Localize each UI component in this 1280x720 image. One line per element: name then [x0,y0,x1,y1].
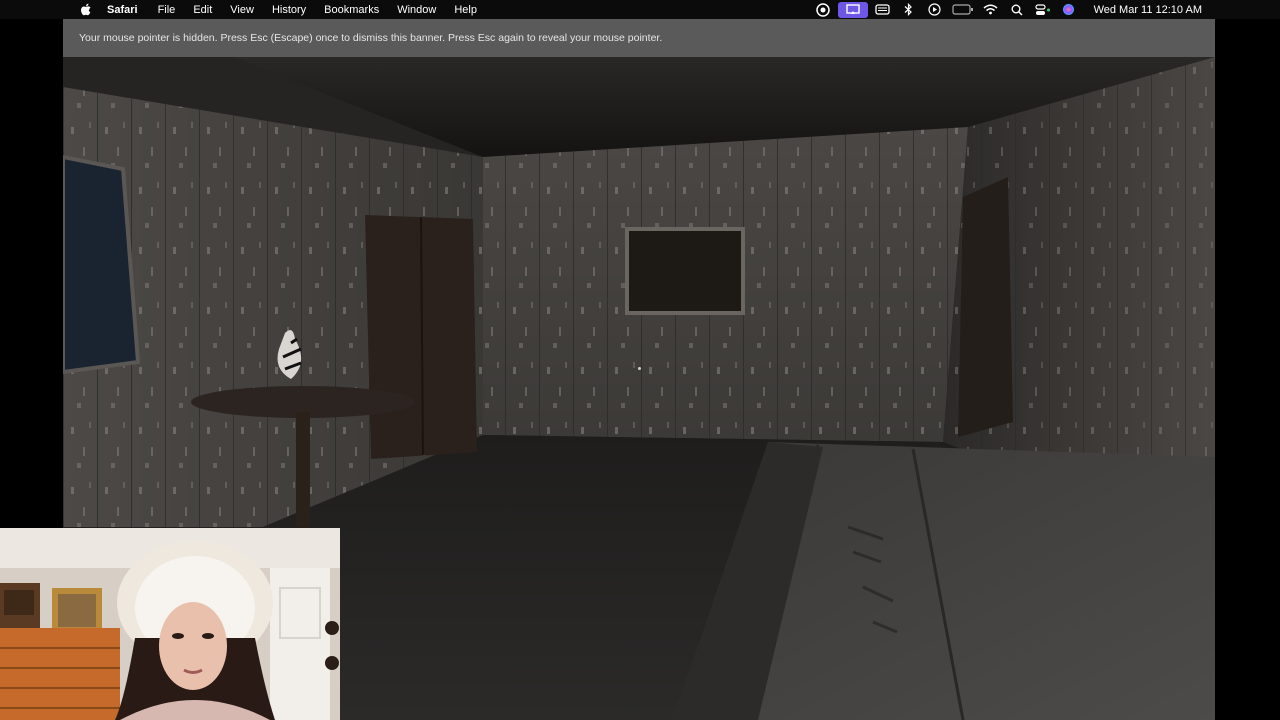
apple-icon[interactable] [79,3,93,17]
battery-icon[interactable] [950,0,976,19]
menu-bookmarks[interactable]: Bookmarks [324,4,379,16]
menu-view[interactable]: View [230,4,254,16]
menu-bar-status: Wed Mar 11 12:10 AM [808,0,1202,19]
menu-window[interactable]: Window [397,4,436,16]
screen-mirroring-icon[interactable] [837,1,868,18]
play-icon[interactable] [924,0,946,19]
menu-bar-clock[interactable]: Wed Mar 11 12:10 AM [1094,4,1202,16]
search-icon[interactable] [1006,0,1028,19]
siri-icon[interactable] [1058,0,1080,19]
pointer-lock-banner: Your mouse pointer is hidden. Press Esc … [63,19,1215,57]
menu-edit[interactable]: Edit [193,4,212,16]
control-center-icon[interactable] [1032,0,1054,19]
siri-colorful-icon[interactable] [812,0,834,19]
crosshair [638,367,641,370]
keyboard-icon[interactable] [872,0,894,19]
webcam-overlay [0,528,340,720]
menu-safari[interactable]: Safari [107,4,138,16]
menu-bar: Safari File Edit View History Bookmarks … [0,0,1280,19]
menu-bar-left: Safari File Edit View History Bookmarks … [0,0,495,19]
menu-file[interactable]: File [158,4,176,16]
bluetooth-icon[interactable] [898,0,920,19]
webcam-feed [0,528,340,720]
menu-help[interactable]: Help [454,4,477,16]
menu-history[interactable]: History [272,4,306,16]
wifi-icon[interactable] [980,0,1002,19]
